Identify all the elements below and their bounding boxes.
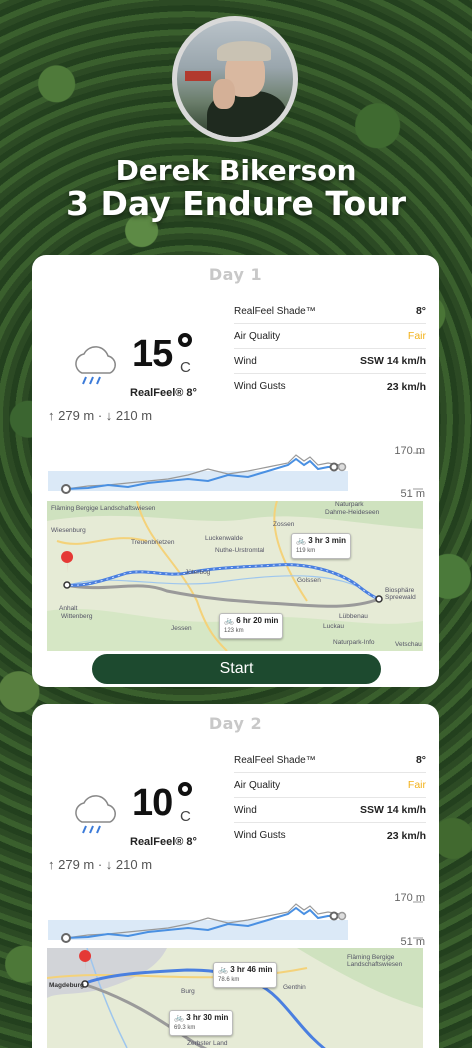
tour-title: 3 Day Endure Tour bbox=[66, 184, 406, 223]
day-card-1[interactable]: Day 1 15 C RealFeel® 8° ↑ 279 m · ↓ 210 … bbox=[32, 255, 439, 687]
weather-details: RealFeel Shade™ 8° Air Quality Fair Wind SS… bbox=[234, 748, 426, 848]
day-card-2[interactable]: Day 2 10 C RealFeel® 8° ↑ 279 m · ↓ 210 … bbox=[32, 704, 439, 1048]
route-map[interactable]: Magdeburg Burg Genthin Fläming Bergige L… bbox=[47, 948, 423, 1048]
rain-cloud-icon bbox=[75, 346, 116, 385]
weather-row: Wind Gusts 23 km/h bbox=[234, 380, 426, 393]
bike-icon: 🚲 bbox=[174, 1013, 184, 1022]
degree-icon bbox=[178, 782, 192, 796]
weather-row: Wind SSW 14 km/h bbox=[234, 798, 426, 823]
bike-icon: 🚲 bbox=[296, 536, 306, 545]
day-label: Day 2 bbox=[208, 714, 263, 733]
realfeel: RealFeel® 8° bbox=[130, 387, 197, 399]
avatar bbox=[172, 16, 298, 142]
temperature: 15 bbox=[132, 333, 173, 375]
elevation-profile bbox=[48, 901, 423, 943]
day-label: Day 1 bbox=[208, 265, 263, 284]
elevation-gain-loss: ↑ 279 m · ↓ 210 m bbox=[48, 857, 153, 872]
route-badge-alt[interactable]: 🚲 6 hr 20 min 123 km bbox=[219, 613, 284, 639]
weather-row: Air Quality Fair bbox=[234, 773, 426, 798]
weather-row: Wind SSW 14 km/h bbox=[234, 349, 426, 374]
route-map[interactable]: Fläming Bergige Landschaftswiesen Wiesen… bbox=[47, 501, 423, 651]
degree-icon bbox=[178, 333, 192, 347]
weather-row: Air Quality Fair bbox=[234, 324, 426, 349]
route-badge-main[interactable]: 🚲 3 hr 46 min 78.6 km bbox=[213, 962, 278, 988]
elevation-profile bbox=[48, 452, 423, 494]
elevation-max-label: 170 m bbox=[394, 445, 425, 457]
realfeel: RealFeel® 8° bbox=[130, 836, 197, 848]
elevation-max-label: 170 m bbox=[394, 892, 425, 904]
weather-row: Wind Gusts 23 km/h bbox=[234, 829, 426, 842]
bike-icon: 🚲 bbox=[218, 965, 228, 974]
elevation-min-label: 51 m bbox=[400, 936, 425, 948]
start-button[interactable]: Start bbox=[92, 654, 381, 684]
bike-icon: 🚲 bbox=[224, 616, 234, 625]
route-badge-alt[interactable]: 🚲 3 hr 30 min 69.3 km bbox=[169, 1010, 234, 1036]
weather-row: RealFeel Shade™ 8° bbox=[234, 299, 426, 324]
temperature-unit: C bbox=[180, 359, 191, 376]
weather-row: RealFeel Shade™ 8° bbox=[234, 748, 426, 773]
temperature-unit: C bbox=[180, 808, 191, 825]
rain-cloud-icon bbox=[75, 795, 116, 834]
elevation-gain-loss: ↑ 279 m · ↓ 210 m bbox=[48, 408, 153, 423]
rider-name: Derek Bikerson bbox=[115, 154, 357, 187]
weather-details: RealFeel Shade™ 8° Air Quality Fair Wind SS… bbox=[234, 299, 426, 399]
temperature: 10 bbox=[132, 782, 173, 824]
route-badge-main[interactable]: 🚲 3 hr 3 min 119 km bbox=[291, 533, 351, 559]
elevation-min-label: 51 m bbox=[400, 488, 425, 500]
